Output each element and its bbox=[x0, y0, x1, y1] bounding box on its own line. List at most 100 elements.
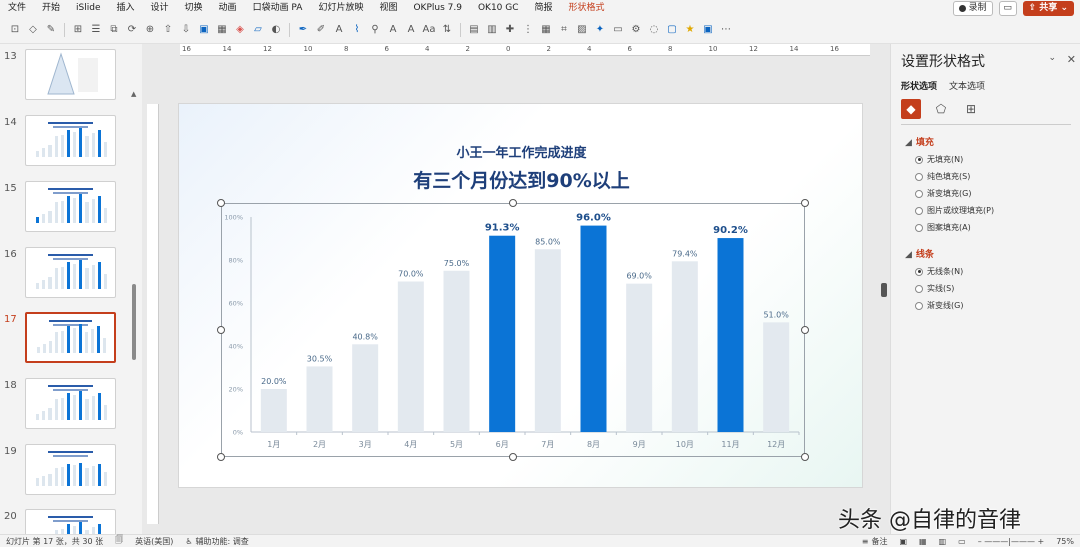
slideshow-icon[interactable]: ▭ bbox=[952, 537, 972, 546]
fill-color-icon[interactable]: ◈ bbox=[233, 23, 247, 37]
fill-option[interactable]: 纯色填充(S) bbox=[915, 171, 970, 182]
picture-icon[interactable]: ▣ bbox=[197, 23, 211, 37]
table-icon[interactable]: ▦ bbox=[215, 23, 229, 37]
slide-title[interactable]: 有三个月份达到90%以上 bbox=[179, 166, 864, 193]
distribute-icon[interactable]: ⋮ bbox=[521, 23, 535, 37]
radio-button[interactable] bbox=[915, 284, 923, 293]
image-icon[interactable]: ▣ bbox=[701, 23, 715, 37]
comment-button[interactable]: ▭ bbox=[998, 1, 1017, 16]
menu-6[interactable]: 动画 bbox=[211, 0, 245, 17]
line-option[interactable]: 无线条(N) bbox=[915, 266, 963, 277]
sorter-view-icon[interactable]: ▦ bbox=[913, 537, 933, 546]
radio-button[interactable] bbox=[915, 223, 923, 232]
menu-13[interactable]: 形状格式 bbox=[561, 0, 613, 17]
fill-line-icon[interactable]: ◆ bbox=[901, 99, 921, 119]
fill-option[interactable]: 渐变填充(G) bbox=[915, 188, 971, 199]
resize-handle[interactable] bbox=[217, 199, 225, 207]
notes-button[interactable]: ≡ 备注 bbox=[856, 536, 894, 547]
edit-shape-icon[interactable]: ✎ bbox=[44, 23, 58, 37]
bar-chart[interactable]: 0% 20% 40% 60% 80% 100% 20.0% 1月 30.5% 2月 40.8% 3月 7… bbox=[221, 203, 805, 457]
menu-2[interactable]: iSlide bbox=[68, 0, 108, 17]
radio-button[interactable] bbox=[915, 172, 923, 181]
slide-thumbnail[interactable] bbox=[25, 509, 116, 534]
lasso-icon[interactable]: ◌ bbox=[647, 23, 661, 37]
send-backward-icon[interactable]: ⇩ bbox=[179, 23, 193, 37]
slide-thumbnail[interactable] bbox=[25, 181, 116, 232]
brush-icon[interactable]: ✐ bbox=[314, 23, 328, 37]
tab-shape-options[interactable]: 形状选项 bbox=[901, 79, 937, 92]
more-icon[interactable]: ⋯ bbox=[719, 23, 733, 37]
bring-forward-icon[interactable]: ⇧ bbox=[161, 23, 175, 37]
radio-button[interactable] bbox=[915, 189, 923, 198]
menu-7[interactable]: 口袋动画 PA bbox=[245, 0, 311, 17]
menu-11[interactable]: OK10 GC bbox=[470, 0, 527, 17]
zoom-slider[interactable]: – ———|——— + bbox=[972, 537, 1050, 546]
menu-10[interactable]: OKPlus 7.9 bbox=[405, 0, 469, 17]
fill-option[interactable]: 图案填充(A) bbox=[915, 222, 971, 233]
menu-3[interactable]: 插入 bbox=[109, 0, 143, 17]
resize-handle[interactable] bbox=[801, 199, 809, 207]
line-option[interactable]: 渐变线(G) bbox=[915, 300, 963, 311]
rotate-icon[interactable]: ⟳ bbox=[125, 23, 139, 37]
smartart-icon[interactable]: ✦ bbox=[593, 23, 607, 37]
eyedropper-icon[interactable]: ⚲ bbox=[368, 23, 382, 37]
size-properties-icon[interactable]: ⊞ bbox=[961, 99, 981, 119]
layout-icon[interactable]: ▤ bbox=[467, 23, 481, 37]
highlighter-icon[interactable]: ⌇ bbox=[350, 23, 364, 37]
fill-section-header[interactable]: ◢ 填充 bbox=[905, 135, 934, 148]
close-icon[interactable]: ✕ bbox=[1067, 53, 1076, 66]
fill-option[interactable]: 图片或纹理填充(P) bbox=[915, 205, 994, 216]
resize-handle[interactable] bbox=[801, 453, 809, 461]
slide-thumbnail[interactable] bbox=[25, 444, 116, 495]
slide-canvas[interactable]: 小王一年工作完成进度 有三个月份达到90%以上 0% 20% 40% 60% 80% 10… bbox=[178, 103, 863, 488]
screen-icon[interactable]: ▭ bbox=[611, 23, 625, 37]
outline-color-icon[interactable]: ▱ bbox=[251, 23, 265, 37]
group-icon[interactable]: ⧉ bbox=[107, 23, 121, 37]
chart-icon[interactable]: ▨ bbox=[575, 23, 589, 37]
resize-handle[interactable] bbox=[509, 199, 517, 207]
merge-shapes-icon[interactable]: ⊕ bbox=[143, 23, 157, 37]
slide-subtitle[interactable]: 小王一年工作完成进度 bbox=[179, 142, 864, 161]
columns-icon[interactable]: ▥ bbox=[485, 23, 499, 37]
normal-view-icon[interactable]: ▣ bbox=[893, 537, 913, 546]
slide-thumbnail[interactable] bbox=[25, 115, 116, 166]
arrange-icon[interactable]: ⊞ bbox=[71, 23, 85, 37]
menu-8[interactable]: 幻灯片放映 bbox=[310, 0, 371, 17]
settings-icon[interactable]: ⚙ bbox=[629, 23, 643, 37]
effects-pentagon-icon[interactable]: ⬠ bbox=[931, 99, 951, 119]
menu-5[interactable]: 切换 bbox=[177, 0, 211, 17]
pane-options-icon[interactable]: ⌄ bbox=[1048, 53, 1056, 63]
line-section-header[interactable]: ◢ 线条 bbox=[905, 247, 934, 260]
slide-thumbnail[interactable] bbox=[25, 49, 116, 100]
resize-handle[interactable] bbox=[509, 453, 517, 461]
menu-9[interactable]: 视图 bbox=[371, 0, 405, 17]
crop-icon[interactable]: ⌗ bbox=[557, 23, 571, 37]
slide-thumbnail[interactable] bbox=[25, 247, 116, 298]
menu-4[interactable]: 设计 bbox=[143, 0, 177, 17]
text-box-icon[interactable]: ⊡ bbox=[8, 23, 22, 37]
thumbnail-scrollbar[interactable] bbox=[132, 284, 136, 360]
text-direction-icon[interactable]: ⇅ bbox=[440, 23, 454, 37]
zoom-level[interactable]: 75% bbox=[1050, 537, 1080, 546]
font-size-icon[interactable]: Aa bbox=[422, 23, 436, 37]
star-icon[interactable]: ★ bbox=[683, 23, 697, 37]
plus-icon[interactable]: ✚ bbox=[503, 23, 517, 37]
slide-thumbnail[interactable] bbox=[25, 312, 116, 363]
font-color-icon[interactable]: A bbox=[332, 23, 346, 37]
resize-handle[interactable] bbox=[217, 453, 225, 461]
scroll-up-icon[interactable]: ▲ bbox=[131, 90, 136, 98]
line-option[interactable]: 实线(S) bbox=[915, 283, 954, 294]
editor-scrollbar[interactable] bbox=[881, 283, 887, 297]
text-fill-icon[interactable]: A bbox=[386, 23, 400, 37]
slide-thumbnail[interactable] bbox=[25, 378, 116, 429]
menu-0[interactable]: 文件 bbox=[0, 0, 34, 17]
fill-option[interactable]: 无填充(N) bbox=[915, 154, 963, 165]
spellcheck-icon[interactable]: 🗐 bbox=[109, 534, 129, 547]
pen-icon[interactable]: ✒ bbox=[296, 23, 310, 37]
slide-icon[interactable]: ▢ bbox=[665, 23, 679, 37]
grid-icon[interactable]: ▦ bbox=[539, 23, 553, 37]
record-button[interactable]: 录制 bbox=[952, 1, 993, 16]
radio-button[interactable] bbox=[915, 267, 923, 276]
shapes-icon[interactable]: ◇ bbox=[26, 23, 40, 37]
resize-handle[interactable] bbox=[217, 326, 225, 334]
